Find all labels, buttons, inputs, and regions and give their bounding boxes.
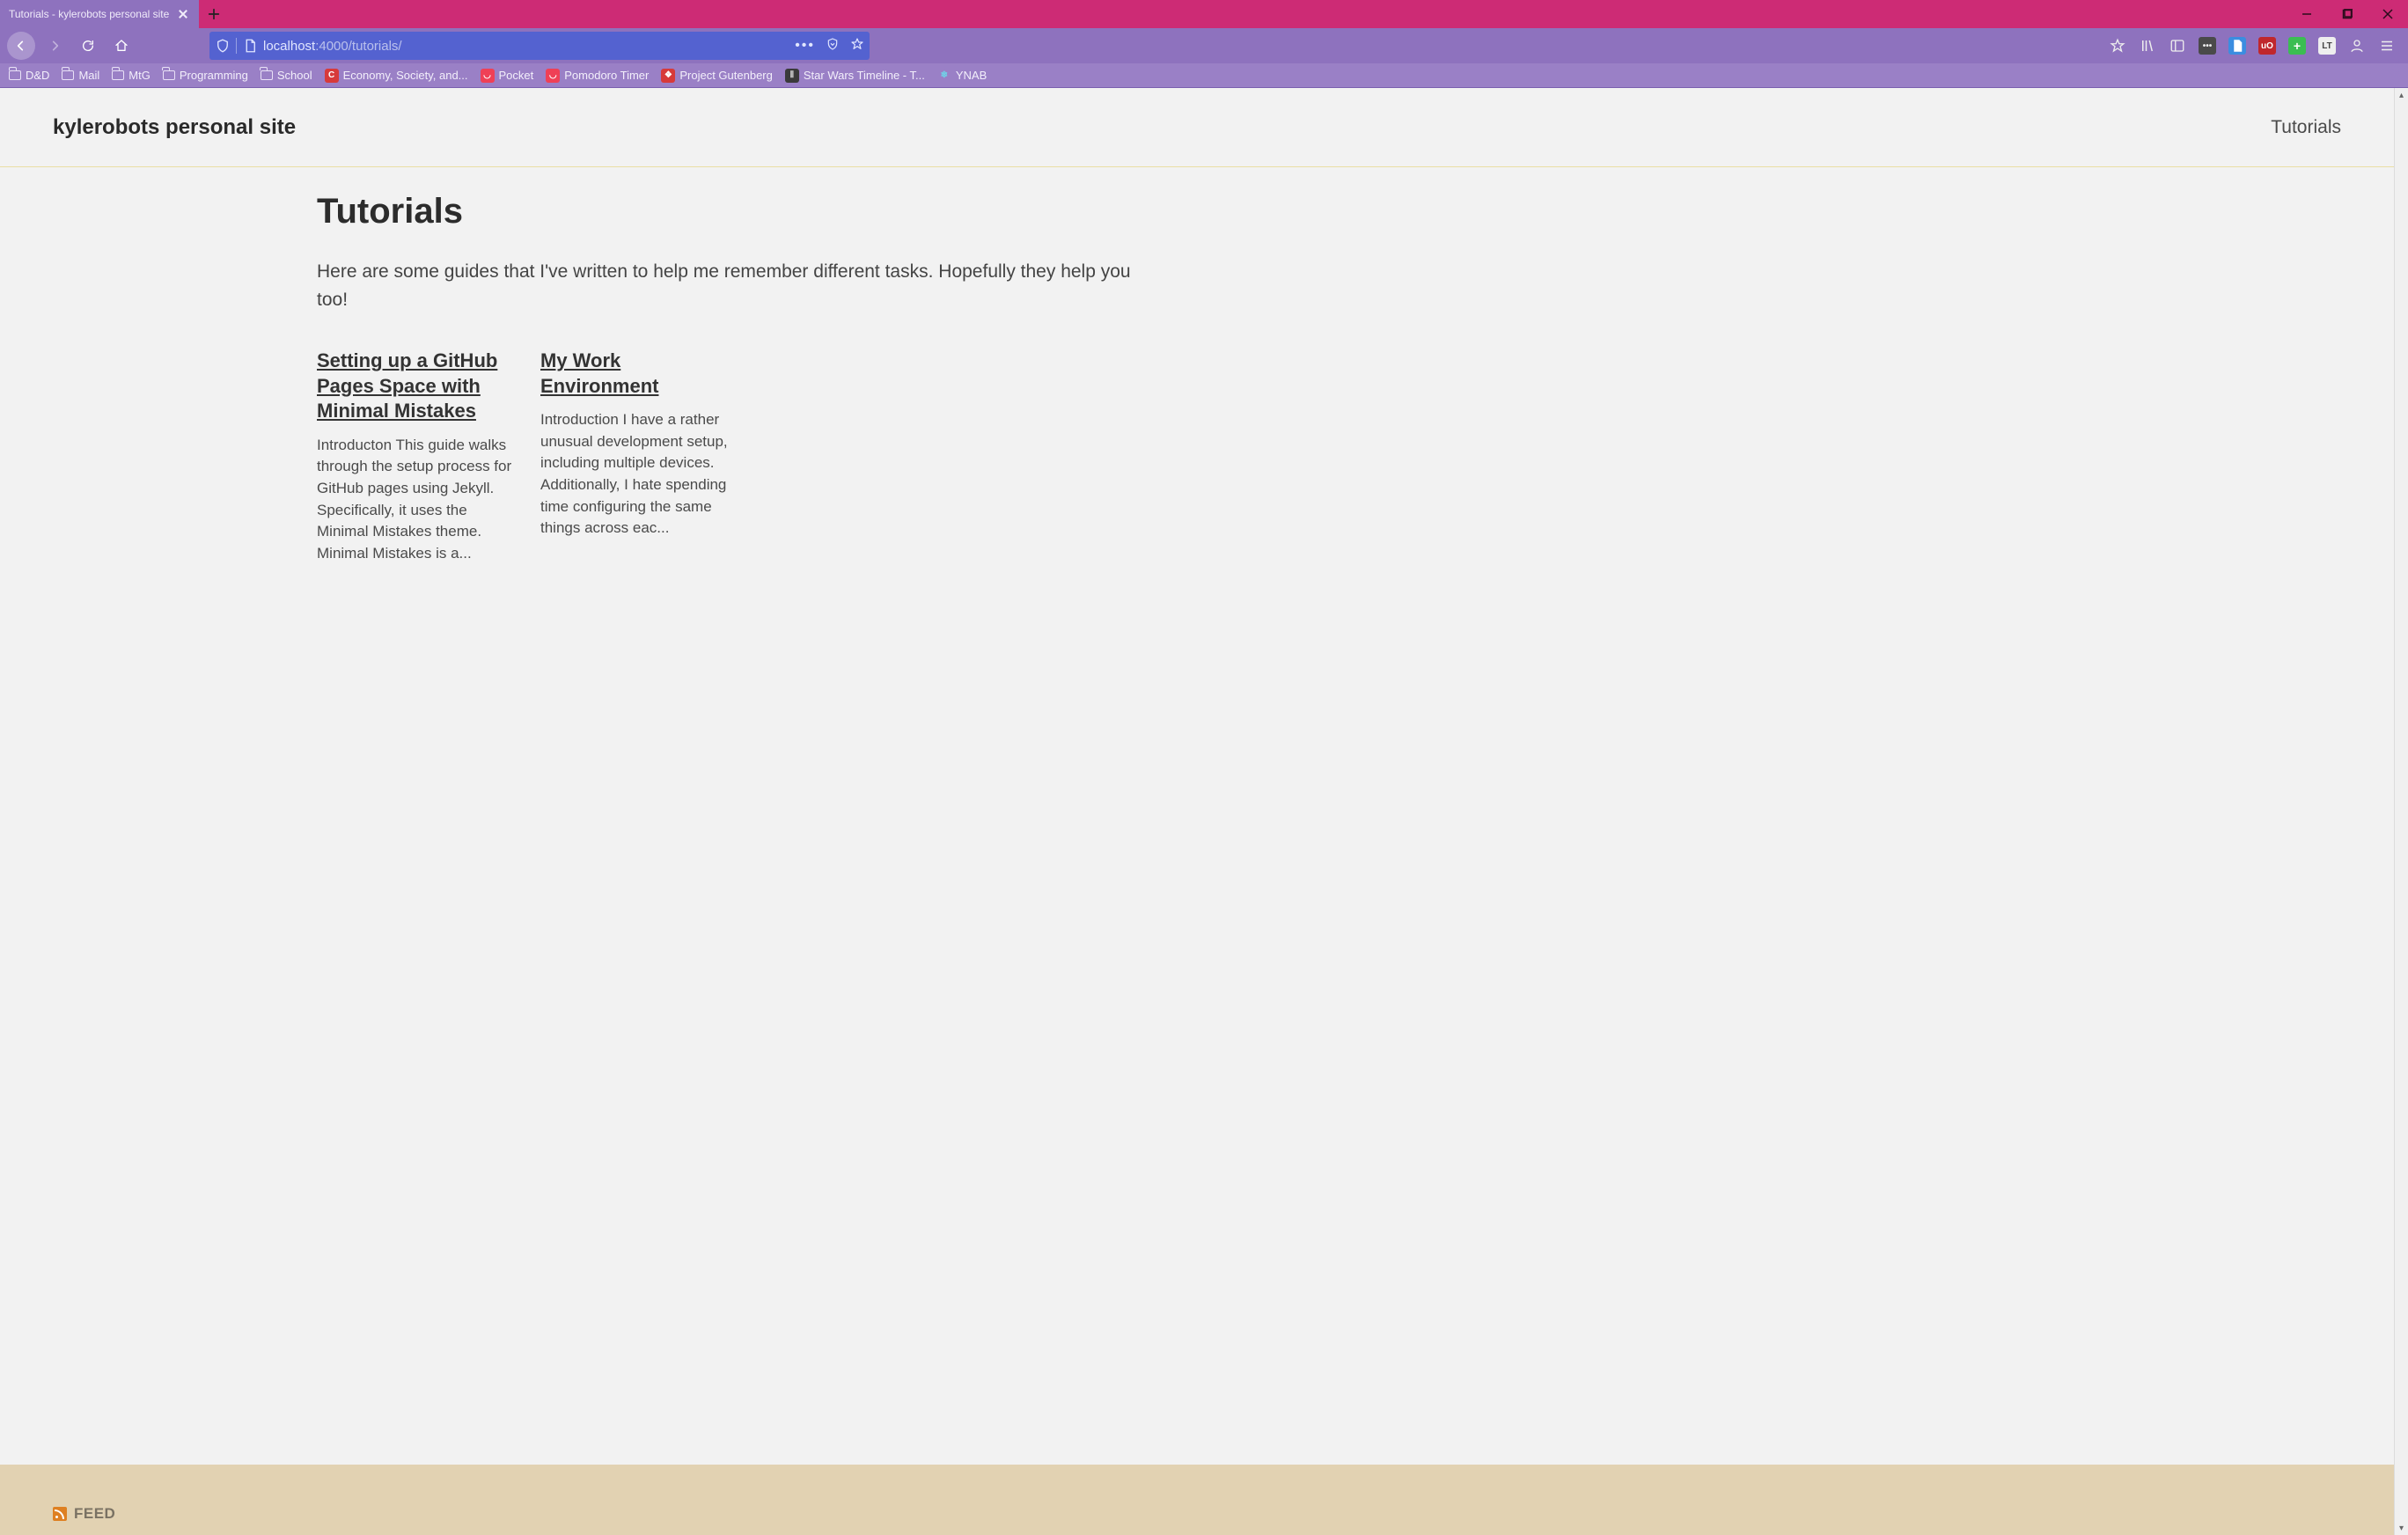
page-actions-icon[interactable]: ••• [795, 38, 815, 54]
site-header: kylerobots personal site Tutorials [0, 88, 2394, 167]
scroll-up-arrow[interactable]: ▴ [2395, 88, 2408, 102]
folder-icon [261, 70, 273, 80]
bookmark-label: YNAB [956, 69, 987, 82]
favicon-icon: ❄ [937, 69, 951, 83]
site-identity-icon[interactable] [242, 38, 258, 54]
tracking-protection-icon[interactable] [215, 38, 231, 54]
languagetool-icon[interactable]: LT [2318, 37, 2336, 55]
post-excerpt: Introduction I have a rather unusual dev… [540, 409, 739, 540]
post-title-link[interactable]: Setting up a GitHub Pages Space with Min… [317, 349, 497, 422]
bookmark-item[interactable]: School [261, 69, 312, 82]
bookmark-label: Project Gutenberg [679, 69, 773, 82]
back-button[interactable] [7, 32, 35, 60]
feed-label: FEED [74, 1505, 115, 1523]
site-footer: FEED [0, 1465, 2394, 1535]
favicon-icon: ⦀ [785, 69, 799, 83]
account-icon[interactable] [2348, 37, 2366, 55]
bookmark-item[interactable]: MtG [112, 69, 150, 82]
app-menu-icon[interactable] [2378, 37, 2396, 55]
tab-title: Tutorials - kylerobots personal site [9, 8, 169, 20]
maximize-button[interactable] [2327, 0, 2368, 28]
post-excerpt: Introducton This guide walks through the… [317, 435, 516, 565]
page-heading: Tutorials [317, 192, 1135, 231]
new-tab-button[interactable] [199, 0, 229, 28]
bookmark-label: D&D [26, 69, 49, 82]
bookmark-item[interactable]: C Economy, Society, and... [325, 69, 468, 83]
sidebar-toggle-icon[interactable] [2169, 37, 2186, 55]
bookmark-item[interactable]: ◡ Pomodoro Timer [546, 69, 649, 83]
forward-button[interactable] [40, 32, 69, 60]
page-viewport: kylerobots personal site Tutorials Tutor… [0, 88, 2394, 1535]
bookmark-item[interactable]: ⦀ Star Wars Timeline - T... [785, 69, 925, 83]
window-controls [2287, 0, 2408, 28]
ublock-icon[interactable]: uO [2258, 37, 2276, 55]
window-titlebar: Tutorials - kylerobots personal site [0, 0, 2408, 28]
favicon-icon: C [325, 69, 339, 83]
extension-blue-icon[interactable] [2228, 37, 2246, 55]
bookmark-item[interactable]: Mail [62, 69, 99, 82]
bookmark-label: School [277, 69, 312, 82]
home-button[interactable] [107, 32, 136, 60]
browser-tab[interactable]: Tutorials - kylerobots personal site [0, 0, 199, 28]
folder-icon [112, 70, 124, 80]
bookmark-label: MtG [128, 69, 150, 82]
bookmark-label: Pocket [499, 69, 534, 82]
site-nav: Tutorials [2271, 117, 2341, 138]
vertical-scrollbar[interactable]: ▴ ▾ [2394, 88, 2408, 1535]
post-card: My Work Environment Introduction I have … [540, 349, 739, 565]
close-window-button[interactable] [2368, 0, 2408, 28]
separator [236, 38, 237, 54]
site-title[interactable]: kylerobots personal site [53, 115, 296, 140]
bookmarks-menu-icon[interactable] [2109, 37, 2126, 55]
close-tab-icon[interactable] [176, 7, 190, 21]
posts-grid: Setting up a GitHub Pages Space with Min… [317, 349, 1135, 565]
bookmark-label: Programming [180, 69, 248, 82]
bookmark-item[interactable]: D&D [9, 69, 49, 82]
post-title-link[interactable]: My Work Environment [540, 349, 658, 397]
extensions-row: ••• uO + LT [2109, 37, 2401, 55]
bookmarks-toolbar: D&D Mail MtG Programming School C Economy, Soc… [0, 63, 2408, 88]
library-icon[interactable] [2139, 37, 2156, 55]
minimize-button[interactable] [2287, 0, 2327, 28]
bookmark-item[interactable]: ◡ Pocket [481, 69, 534, 83]
reload-button[interactable] [74, 32, 102, 60]
address-bar[interactable]: localhost:4000/tutorials/ ••• [209, 32, 870, 60]
browser-toolbar: localhost:4000/tutorials/ ••• ••• uO + L… [0, 28, 2408, 63]
pocket-save-icon[interactable] [826, 37, 840, 55]
page-content: Tutorials Here are some guides that I've… [317, 167, 1162, 600]
bookmark-label: Pomodoro Timer [564, 69, 649, 82]
bookmark-label: Star Wars Timeline - T... [804, 69, 925, 82]
url-text[interactable]: localhost:4000/tutorials/ [263, 39, 789, 54]
extension-green-plus-icon[interactable]: + [2288, 37, 2306, 55]
favicon-icon: ◡ [546, 69, 560, 83]
bookmark-item[interactable]: ❖ Project Gutenberg [661, 69, 773, 83]
bookmark-label: Economy, Society, and... [343, 69, 468, 82]
folder-icon [9, 70, 21, 80]
bookmark-star-icon[interactable] [850, 37, 864, 55]
nav-link-tutorials[interactable]: Tutorials [2271, 117, 2341, 137]
feed-link[interactable]: FEED [53, 1505, 115, 1523]
bookmark-item[interactable]: ❄ YNAB [937, 69, 987, 83]
bookmark-label: Mail [78, 69, 99, 82]
folder-icon [62, 70, 74, 80]
page-lead: Here are some guides that I've written t… [317, 258, 1135, 313]
scroll-down-arrow[interactable]: ▾ [2395, 1521, 2408, 1535]
post-card: Setting up a GitHub Pages Space with Min… [317, 349, 516, 565]
extension-dark-icon[interactable]: ••• [2199, 37, 2216, 55]
folder-icon [163, 70, 175, 80]
favicon-icon: ◡ [481, 69, 495, 83]
bookmark-item[interactable]: Programming [163, 69, 248, 82]
rss-icon [53, 1507, 67, 1521]
favicon-icon: ❖ [661, 69, 675, 83]
